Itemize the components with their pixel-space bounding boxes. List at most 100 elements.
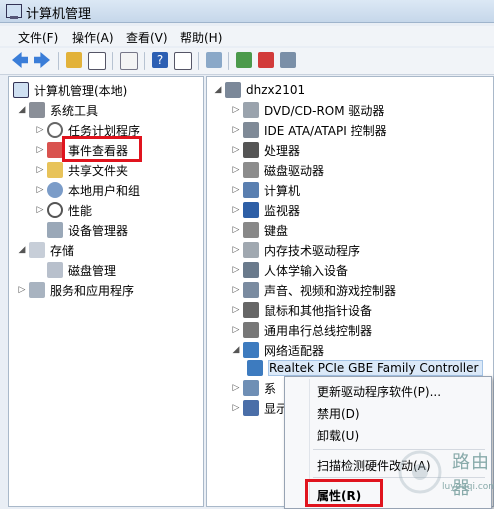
hid-icon [243,262,259,278]
device-category-label: 处理器 [264,143,301,158]
title-bar: 计算机管理 [0,0,494,23]
device-manager-icon [47,222,63,238]
watermark-subtext: luyouqi.com [442,482,494,492]
device-category[interactable]: ▷ 键盘 [231,221,288,239]
menu-update-driver[interactable]: 更新驱动程序软件(P)... [317,383,441,400]
collapsed-arrow-icon[interactable]: ▷ [231,185,241,195]
scan-hardware-icon[interactable] [206,52,222,68]
monitor-icon [243,202,259,218]
device-category[interactable]: ▷ DVD/CD-ROM 驱动器 [231,101,384,119]
tree-item-services-apps[interactable]: ▷ 服务和应用程序 [17,281,134,299]
device-category[interactable]: ▷ 通用串行总线控制器 [231,321,372,339]
tree-item-storage[interactable]: ◢ 存储 [17,241,74,259]
collapsed-arrow-icon[interactable]: ▷ [35,185,45,195]
collapsed-arrow-icon[interactable]: ▷ [231,325,241,335]
computer-management-icon [13,82,29,98]
expand-arrow-icon[interactable]: ◢ [213,85,223,95]
disk-drive-icon [243,162,259,178]
collapsed-arrow-icon[interactable]: ▷ [231,305,241,315]
help-icon[interactable]: ? [152,52,168,68]
menu-file[interactable]: 文件(F) [18,29,58,46]
device-category[interactable]: ◢ 网络适配器 [231,341,324,359]
window-title: 计算机管理 [26,7,92,22]
menu-help[interactable]: 帮助(H) [180,29,222,46]
services-icon [29,282,45,298]
toolbar: ? [0,48,494,75]
tree-item-device-manager[interactable]: 设备管理器 [47,221,128,239]
collapsed-arrow-icon[interactable]: ▷ [231,265,241,275]
collapsed-arrow-icon[interactable]: ▷ [231,245,241,255]
tree-item-performance[interactable]: ▷ 性能 [35,201,92,219]
collapsed-arrow-icon[interactable]: ▷ [231,105,241,115]
device-root[interactable]: ◢ dhzx2101 [213,81,305,99]
device-category[interactable]: ▷ IDE ATA/ATAPI 控制器 [231,121,387,139]
device-category-label: 通用串行总线控制器 [264,323,373,338]
collapsed-arrow-icon[interactable]: ▷ [35,125,45,135]
device-category[interactable]: ▷ 鼠标和其他指针设备 [231,301,372,319]
device-category[interactable]: ▷ 计算机 [231,181,300,199]
device-category-system-partial[interactable]: ▷ 系 [231,379,276,397]
system-device-icon [243,380,259,396]
properties-highlight [305,479,383,507]
tree-item-shared-folders[interactable]: ▷ 共享文件夹 [35,161,128,179]
device-network-adapter-child[interactable]: Realtek PCIe GBE Family Controller [247,359,484,377]
device-category[interactable]: ▷ 磁盘驱动器 [231,161,324,179]
expand-arrow-icon[interactable]: ◢ [231,345,241,355]
tree-item-local-users[interactable]: ▷ 本地用户和组 [35,181,140,199]
device-category-label: 网络适配器 [264,343,325,358]
uninstall-icon[interactable] [258,52,274,68]
expand-arrow-icon[interactable]: ◢ [17,105,27,115]
tree-item-system-tools[interactable]: ◢ 系统工具 [17,101,98,119]
properties-icon[interactable] [120,52,138,70]
menu-view[interactable]: 查看(V) [126,29,168,46]
computer-management-icon [6,4,22,19]
keyboard-icon [243,222,259,238]
collapsed-arrow-icon[interactable]: ▷ [231,285,241,295]
device-category[interactable]: ▷ 监视器 [231,201,300,219]
device-category[interactable]: ▷ 处理器 [231,141,300,159]
network-adapter-icon [247,360,263,376]
mouse-icon [243,302,259,318]
device-category-label: IDE ATA/ATAPI 控制器 [264,123,387,138]
display-adapter-icon [243,400,259,416]
storage-icon [29,242,45,258]
menu-action[interactable]: 操作(A) [72,29,114,46]
collapsed-arrow-icon[interactable]: ▷ [35,205,45,215]
device-category[interactable]: ▷ 人体学输入设备 [231,261,348,279]
disk-icon [47,262,63,278]
disable-icon[interactable] [280,52,296,68]
back-icon[interactable] [12,52,28,68]
show-hide-tree-icon[interactable] [88,52,106,70]
collapsed-arrow-icon[interactable]: ▷ [231,145,241,155]
tree-item-root[interactable]: 计算机管理(本地) [13,81,127,99]
sound-icon [243,282,259,298]
up-folder-icon[interactable] [66,52,82,68]
collapsed-arrow-icon[interactable]: ▷ [17,285,27,295]
device-category-label: 监视器 [264,203,301,218]
collapsed-arrow-icon[interactable]: ▷ [231,125,241,135]
device-category-label: 声音、视频和游戏控制器 [264,283,397,298]
users-icon [47,182,63,198]
device-category[interactable]: ▷ 声音、视频和游戏控制器 [231,281,396,299]
menu-bar: 文件(F) 操作(A) 查看(V) 帮助(H) [0,26,494,46]
device-category-display-partial[interactable]: ▷ 显示 [231,399,288,417]
update-driver-icon[interactable] [236,52,252,68]
watermark-text: 路由器 [452,452,490,499]
expand-arrow-icon[interactable]: ◢ [17,245,27,255]
collapsed-arrow-icon[interactable]: ▷ [231,403,241,413]
action-pane-icon[interactable] [174,52,192,70]
collapsed-arrow-icon[interactable]: ▷ [35,165,45,175]
collapsed-arrow-icon[interactable]: ▷ [231,225,241,235]
collapsed-arrow-icon[interactable]: ▷ [231,205,241,215]
menu-disable[interactable]: 禁用(D) [317,405,360,422]
forward-icon[interactable] [34,52,50,68]
tools-icon [29,102,45,118]
device-category[interactable]: ▷ 内存技术驱动程序 [231,241,360,259]
collapsed-arrow-icon[interactable]: ▷ [35,145,45,155]
menu-uninstall[interactable]: 卸载(U) [317,427,359,444]
collapsed-arrow-icon[interactable]: ▷ [231,383,241,393]
collapsed-arrow-icon[interactable]: ▷ [231,165,241,175]
tree-item-disk-management[interactable]: 磁盘管理 [47,261,116,279]
processor-icon [243,142,259,158]
network-icon [243,342,259,358]
